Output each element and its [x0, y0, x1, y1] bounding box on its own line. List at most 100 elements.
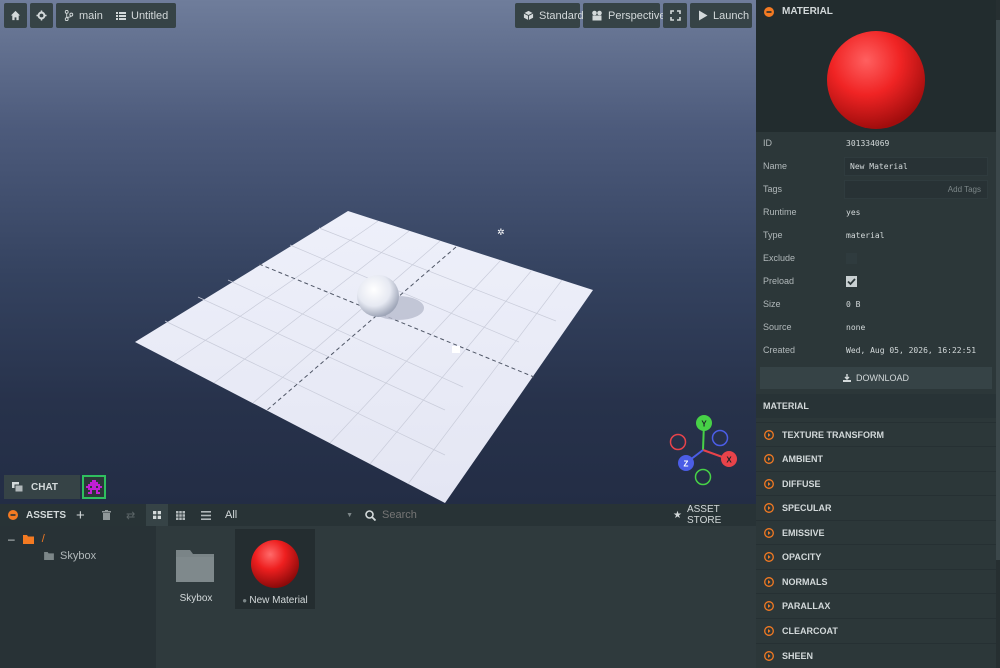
tags-field[interactable]: Add Tags	[844, 180, 988, 199]
star-icon: ★	[673, 509, 682, 521]
grid-large-icon	[153, 511, 161, 519]
assets-panel: ASSETS + ⇄ All ▼ Search ★ ASSET STORE – …	[0, 504, 756, 668]
prop-id: ID 301334069	[756, 133, 996, 155]
prop-type: Type material	[756, 225, 996, 247]
axis-gizmo[interactable]: Y X Z	[669, 415, 738, 486]
launch-button[interactable]: Launch	[690, 3, 752, 28]
section-texture-transform[interactable]: TEXTURE TRANSFORM	[756, 422, 996, 446]
search-input[interactable]	[382, 509, 622, 521]
tree-root[interactable]: – /	[8, 532, 45, 546]
branch-icon	[64, 10, 74, 21]
filter-value: All	[225, 509, 238, 521]
prop-value: Wed, Aug 05, 2026, 16:22:51	[846, 346, 977, 355]
download-button[interactable]: DOWNLOAD	[760, 367, 992, 389]
expand-icon	[764, 551, 774, 562]
small-grid-view-button[interactable]	[176, 504, 185, 526]
perspective-label: Perspective	[608, 9, 666, 22]
prop-runtime: Runtime yes	[756, 202, 996, 224]
ground-plane	[135, 211, 593, 503]
expand-icon	[764, 453, 774, 464]
asset-tile-skybox[interactable]: Skybox	[156, 528, 236, 608]
play-icon	[699, 10, 708, 21]
expand-icon	[764, 478, 774, 489]
asset-search[interactable]	[365, 504, 655, 526]
tags-placeholder: Add Tags	[947, 185, 981, 194]
download-icon	[842, 374, 851, 382]
section-emissive[interactable]: EMISSIVE	[756, 520, 996, 544]
cube-icon	[523, 10, 534, 21]
collapse-icon[interactable]	[8, 510, 18, 520]
inspector-scroll-thumb[interactable]	[996, 20, 1000, 560]
section-diffuse[interactable]: DIFFUSE	[756, 471, 996, 495]
home-button[interactable]	[4, 3, 27, 28]
move-asset-button[interactable]: ⇄	[126, 504, 135, 526]
expand-icon	[764, 600, 774, 611]
section-clearcoat[interactable]: CLEARCOAT	[756, 618, 996, 642]
section-label: DIFFUSE	[782, 478, 821, 489]
svg-text:Z: Z	[684, 460, 689, 469]
section-specular[interactable]: SPECULAR	[756, 495, 996, 519]
section-normals[interactable]: NORMALS	[756, 569, 996, 593]
camera-icon	[592, 10, 602, 21]
section-sheen[interactable]: SHEEN	[756, 643, 996, 667]
perspective-button[interactable]: Perspective	[583, 3, 665, 28]
asset-tile-new-material[interactable]: ● New Material	[235, 529, 315, 609]
prop-label: Exclude	[763, 253, 796, 263]
asset-type-filter[interactable]: All ▼	[225, 504, 353, 526]
standard-button[interactable]: Standard	[515, 3, 584, 28]
branch-button[interactable]: main	[56, 3, 111, 28]
large-grid-view-button[interactable]	[146, 504, 168, 526]
tree-item-skybox[interactable]: Skybox	[44, 550, 96, 562]
standard-label: Standard	[539, 9, 584, 22]
folder-icon	[44, 552, 54, 560]
expand-icon	[764, 429, 774, 440]
add-asset-button[interactable]: +	[76, 504, 85, 526]
chat-button[interactable]: CHAT	[4, 475, 80, 499]
user-avatar[interactable]	[82, 475, 106, 499]
prop-label: ID	[763, 138, 772, 148]
material-preview-icon	[251, 540, 299, 588]
prop-value: 0 B	[846, 300, 861, 309]
section-ambient[interactable]: AMBIENT	[756, 446, 996, 470]
download-label: DOWNLOAD	[855, 373, 909, 383]
scene-button[interactable]: Untitled	[108, 3, 177, 28]
grid-small-icon	[176, 510, 185, 520]
prop-source: Source none	[756, 317, 996, 339]
asset-folder-tree: – / Skybox	[0, 526, 156, 668]
fullscreen-icon	[669, 10, 681, 21]
material-section-header: MATERIAL	[756, 394, 996, 418]
collapse-icon[interactable]	[764, 6, 774, 17]
delete-asset-button[interactable]	[102, 504, 111, 526]
prop-label: Name	[763, 161, 788, 171]
assets-title-group: ASSETS	[8, 504, 66, 526]
name-field[interactable]: New Material	[844, 157, 988, 176]
preload-checkbox[interactable]	[846, 276, 857, 287]
gear-icon	[36, 10, 47, 21]
inspector-title: MATERIAL	[782, 6, 833, 17]
fullscreen-button[interactable]	[663, 3, 687, 28]
search-icon	[365, 509, 376, 521]
prop-tags: Tags Add Tags	[756, 179, 996, 201]
prop-label: Created	[763, 345, 796, 355]
section-label: CLEARCOAT	[782, 625, 838, 636]
section-parallax[interactable]: PARALLAX	[756, 593, 996, 617]
section-label: SPECULAR	[782, 502, 832, 513]
section-label: PARALLAX	[782, 600, 831, 611]
expand-icon	[764, 527, 774, 538]
prop-exclude: Exclude	[756, 248, 996, 270]
exclude-checkbox[interactable]	[846, 253, 857, 264]
section-opacity[interactable]: OPACITY	[756, 544, 996, 568]
list-view-button[interactable]	[201, 504, 211, 526]
asset-grid: Skybox ● New Material	[156, 526, 756, 668]
settings-button[interactable]	[30, 3, 53, 28]
expand-icon	[764, 576, 774, 587]
material-preview: MATERIAL	[756, 0, 1000, 132]
scene-viewport[interactable]: ✲ Y X Z main Untitled Standard Perspecti…	[0, 0, 756, 504]
light-marker	[452, 346, 460, 353]
sphere-object	[357, 275, 399, 317]
prop-value: yes	[846, 208, 861, 217]
scene-label: Untitled	[131, 9, 169, 22]
prop-preload: Preload	[756, 271, 996, 293]
asset-store-button[interactable]: ★ ASSET STORE	[673, 504, 756, 526]
folder-open-icon	[22, 534, 34, 544]
